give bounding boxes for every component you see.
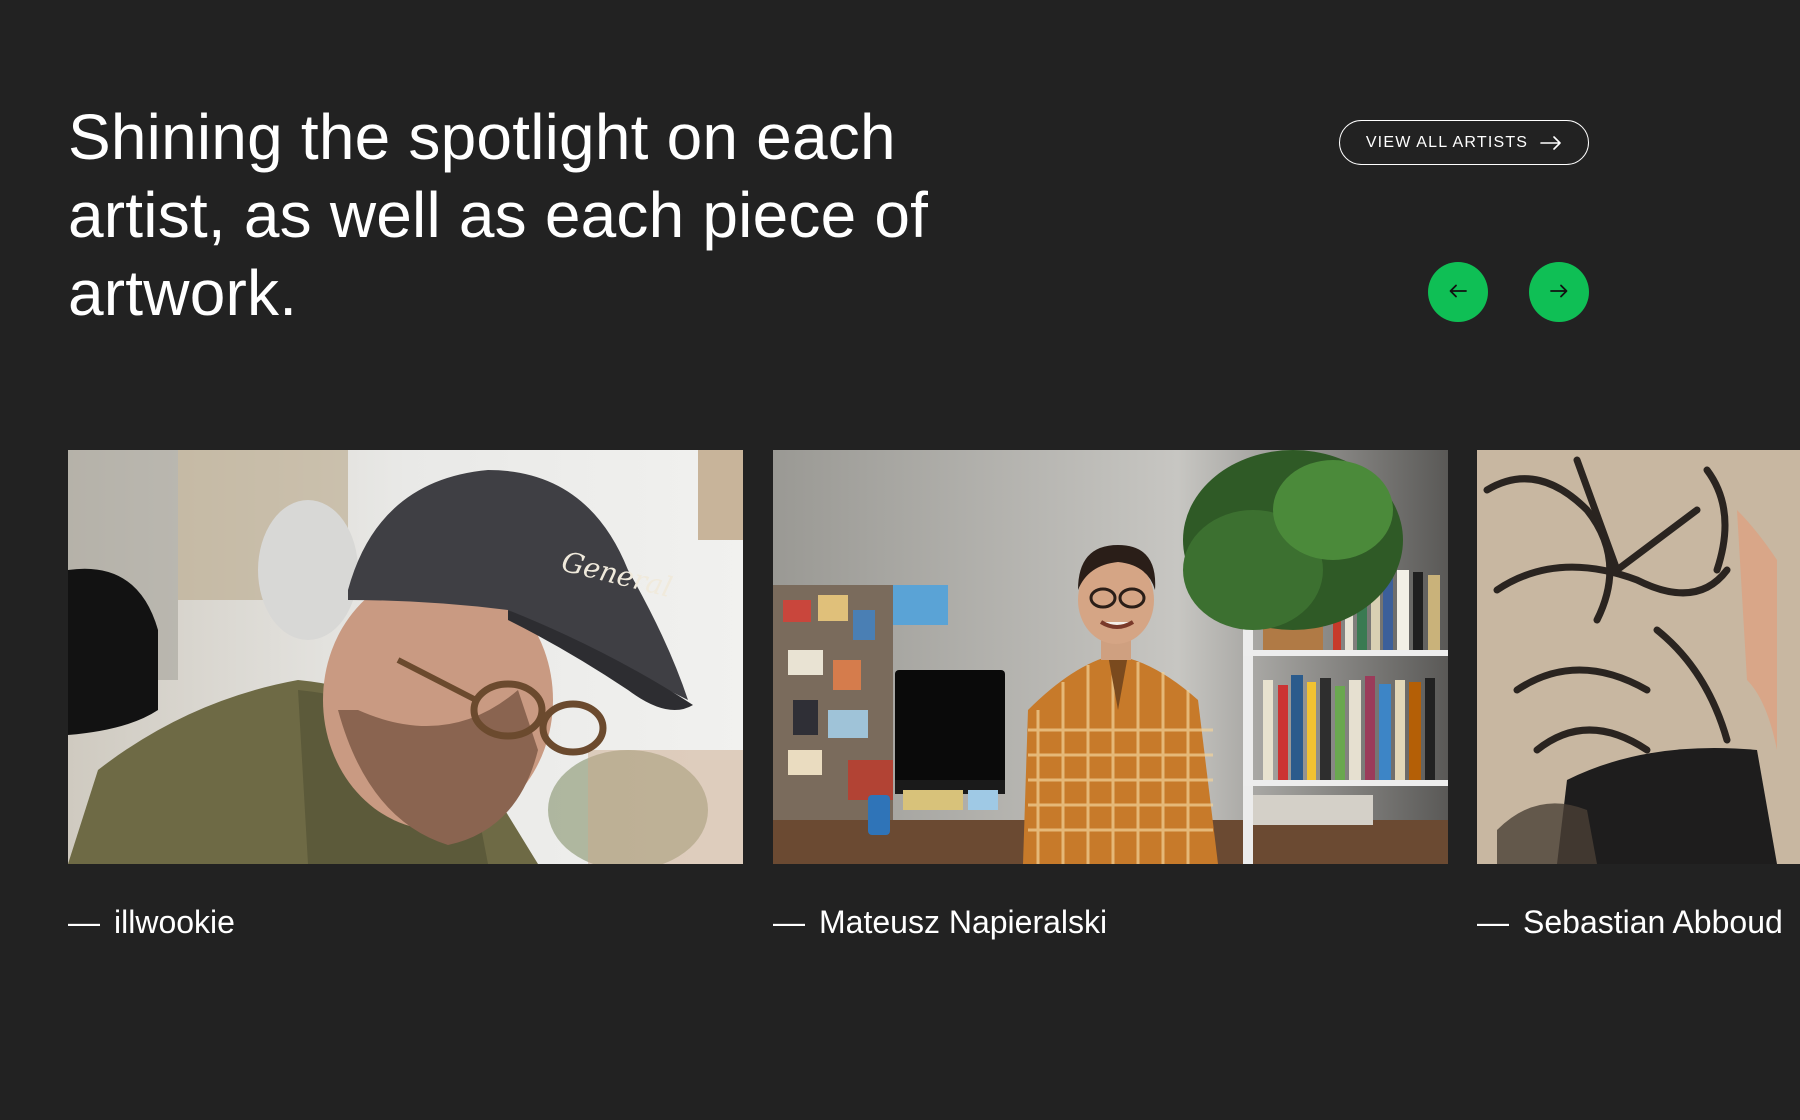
page-headline: Shining the spotlight on each artist, as… (68, 101, 929, 329)
artist-card[interactable]: General — illwookie (68, 450, 743, 942)
name-dash: — (68, 904, 100, 940)
name-dash: — (773, 904, 805, 940)
artist-name-text: Sebastian Abboud (1523, 904, 1783, 940)
artist-card[interactable]: — Sebastian Abboud (1477, 450, 1800, 942)
view-all-artists-label: VIEW ALL ARTISTS (1365, 133, 1529, 151)
carousel-prev-button[interactable] (1428, 262, 1488, 322)
artist-carousel[interactable]: General — illwookie — Mateusz Napieralsk… (68, 450, 1800, 970)
artist-name-text: illwookie (114, 904, 235, 940)
artist-photo[interactable]: General (68, 450, 743, 864)
artist-photo[interactable] (773, 450, 1448, 864)
artist-name[interactable]: — Sebastian Abboud (1477, 902, 1800, 942)
arrow-right-icon (1550, 284, 1568, 301)
artist-photo[interactable] (1477, 450, 1800, 864)
artist-name[interactable]: — Mateusz Napieralski (773, 902, 1448, 942)
name-dash: — (1477, 904, 1509, 940)
artist-card[interactable]: — Mateusz Napieralski (773, 450, 1448, 942)
view-all-artists-button[interactable]: VIEW ALL ARTISTS (1339, 120, 1589, 165)
arrow-left-icon (1449, 284, 1467, 301)
artist-name-text: Mateusz Napieralski (819, 904, 1108, 940)
artist-name[interactable]: — illwookie (68, 902, 743, 942)
arrow-right-icon (1540, 135, 1562, 150)
carousel-next-button[interactable] (1529, 262, 1589, 322)
